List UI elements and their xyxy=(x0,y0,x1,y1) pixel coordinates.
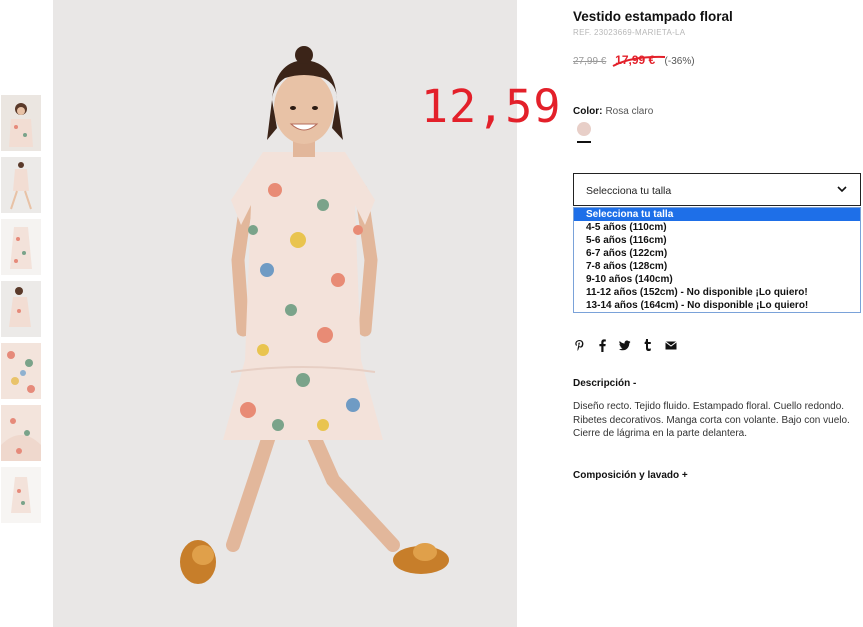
thumbnail-1[interactable] xyxy=(1,95,41,151)
share-icons-row xyxy=(573,338,688,352)
size-option[interactable]: 9-10 años (140cm) xyxy=(574,273,860,286)
product-title: Vestido estampado floral xyxy=(573,9,733,24)
thumbnail-6[interactable] xyxy=(1,405,41,461)
thumbnail-7[interactable] xyxy=(1,467,41,523)
size-option[interactable]: 11-12 años (152cm) - No disponible ¡Lo q… xyxy=(574,286,860,299)
chevron-down-icon xyxy=(837,186,847,193)
description-text: Diseño recto. Tejido fluido. Estampado f… xyxy=(573,401,850,439)
size-option[interactable]: 5-6 años (116cm) xyxy=(574,234,860,247)
description-toggle[interactable]: Descripción - xyxy=(573,378,636,389)
size-dropdown-list: Selecciona tu talla 4-5 años (110cm) 5-6… xyxy=(573,207,861,313)
size-option[interactable]: 13-14 años (164cm) - No disponible ¡Lo q… xyxy=(574,299,860,312)
email-icon[interactable] xyxy=(665,339,677,352)
discount-badge: (-36%) xyxy=(664,56,695,67)
thumbnail-2[interactable] xyxy=(1,157,41,213)
twitter-icon[interactable] xyxy=(619,339,631,352)
facebook-icon[interactable] xyxy=(596,338,608,352)
size-option[interactable]: 6-7 años (122cm) xyxy=(574,247,860,260)
price-strike-mark xyxy=(612,55,666,67)
size-select[interactable]: Selecciona tu talla xyxy=(573,173,861,206)
price-row: 27,99 € 17,99 € (-36%) xyxy=(573,53,695,67)
color-label: Color: xyxy=(573,106,603,117)
composition-toggle[interactable]: Composición y lavado + xyxy=(573,470,688,481)
sale-price: 17,99 € xyxy=(612,53,666,67)
size-option[interactable]: 7-8 años (128cm) xyxy=(574,260,860,273)
pinterest-icon[interactable] xyxy=(573,339,585,352)
size-option[interactable]: Selecciona tu talla xyxy=(574,208,860,221)
color-value: Rosa claro xyxy=(605,106,654,117)
size-option[interactable]: 4-5 años (110cm) xyxy=(574,221,860,234)
color-label-row: Color: Rosa claro xyxy=(573,106,653,117)
tumblr-icon[interactable] xyxy=(642,339,654,352)
thumbnail-strip xyxy=(1,95,41,529)
overlay-price: 12,59 xyxy=(421,80,562,133)
old-price: 27,99 € xyxy=(573,56,607,67)
product-ref: REF. 23023669-MARIETA-LA xyxy=(573,28,686,37)
thumbnail-3[interactable] xyxy=(1,219,41,275)
thumbnail-4[interactable] xyxy=(1,281,41,337)
swatch-selected-indicator xyxy=(577,141,591,143)
color-swatch-rosa-claro[interactable] xyxy=(577,122,591,136)
thumbnail-5[interactable] xyxy=(1,343,41,399)
size-select-label: Selecciona tu talla xyxy=(586,185,672,197)
